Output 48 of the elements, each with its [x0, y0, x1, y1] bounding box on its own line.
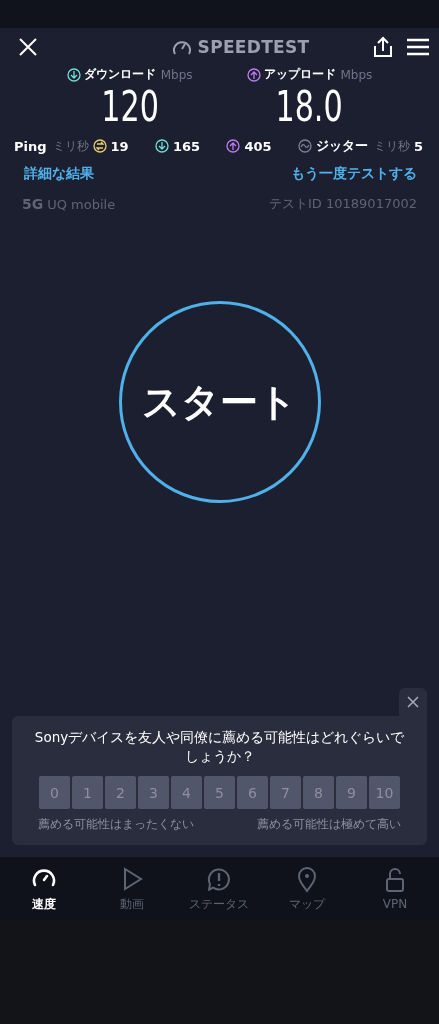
nav-tab[interactable]: 速度 [3, 857, 84, 920]
link[interactable]: もう一度テストする [291, 165, 417, 183]
jitter-icon [297, 139, 312, 153]
score-button[interactable]: 8 [303, 776, 334, 809]
scale-label: 薦める可能性は極めて高い [257, 816, 401, 833]
close-icon[interactable] [407, 696, 419, 708]
score-button[interactable]: 9 [336, 776, 367, 809]
score-button[interactable]: 10 [369, 776, 400, 809]
app-title: SPEEDTEST [197, 37, 310, 57]
idle-ping-icon [92, 139, 107, 153]
ping-label: Ping [14, 138, 47, 154]
nav-tab[interactable]: 動画 [91, 857, 172, 920]
result-label: アップロード [263, 66, 336, 83]
link[interactable]: 詳細な結果 [24, 165, 94, 183]
start-button[interactable]: スタート [118, 301, 321, 503]
share-icon[interactable] [373, 36, 393, 58]
ping-value: 405 [244, 138, 272, 154]
survey-question: Sonyデバイスを友人や同僚に薦める可能性はどれぐらいでしょうか？ [33, 728, 406, 766]
carrier-name: UQ mobile [47, 196, 116, 212]
score-button[interactable]: 5 [204, 776, 235, 809]
network-type: 5G [22, 196, 44, 212]
unit-label: ミリ秒 [52, 137, 89, 155]
score-button[interactable]: 0 [39, 776, 70, 809]
score-button[interactable]: 6 [237, 776, 268, 809]
ping-value: 19 [110, 138, 129, 154]
nav-tab[interactable]: VPN [355, 857, 436, 920]
jitter-label: ジッター [315, 137, 368, 155]
jitter-value: 5 [413, 138, 423, 154]
unit-label: Mbps [160, 67, 193, 82]
gauge-icon [171, 38, 192, 56]
upload-icon [226, 139, 241, 153]
result-value: 120 [100, 83, 159, 131]
ping-value: 165 [173, 138, 201, 154]
menu-icon[interactable] [407, 38, 429, 56]
score-button[interactable]: 7 [270, 776, 301, 809]
download-icon [155, 139, 169, 153]
score-button[interactable]: 3 [138, 776, 169, 809]
score-button[interactable]: 4 [171, 776, 202, 809]
scale-label: 薦める可能性はまったくない [38, 816, 194, 833]
result-label: ダウンロード [83, 66, 156, 83]
score-button[interactable]: 2 [105, 776, 136, 809]
result-value: 18.0 [275, 83, 344, 131]
nav-tab[interactable]: マップ [267, 857, 348, 920]
unit-label: ミリ秒 [373, 137, 410, 155]
test-id: テストID 10189017002 [269, 195, 417, 213]
unit-label: Mbps [340, 67, 373, 82]
nav-tab[interactable]: ステータス [179, 857, 260, 920]
score-button[interactable]: 1 [72, 776, 103, 809]
